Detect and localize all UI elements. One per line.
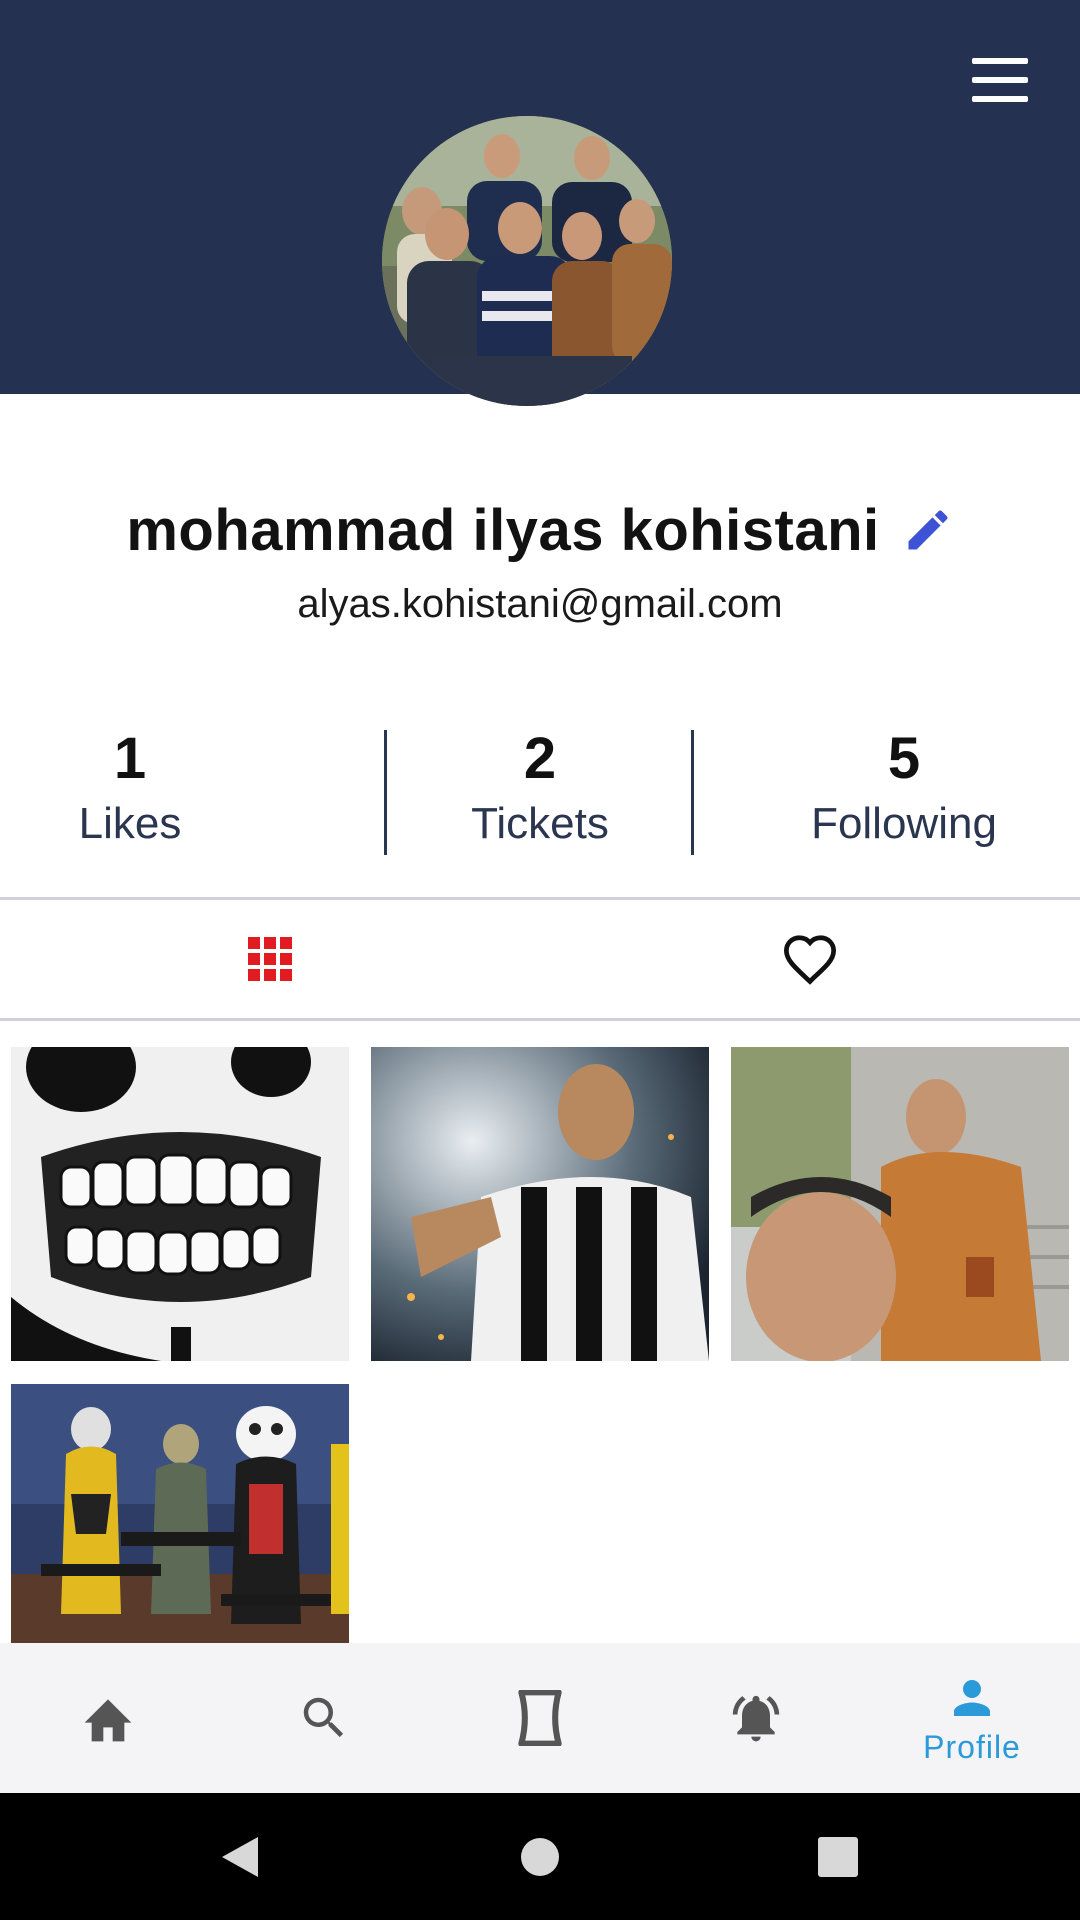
stat-divider	[384, 730, 387, 855]
home-icon	[84, 1699, 132, 1742]
recents-square-shape	[818, 1836, 858, 1877]
bell-icon	[732, 1695, 780, 1742]
stat-following-value: 5	[887, 726, 921, 791]
stats-row: 1 Likes 2 Tickets 5 Following	[0, 725, 1080, 855]
avatar[interactable]	[382, 116, 672, 406]
bottom-nav: Profile	[0, 1643, 1080, 1793]
ticket-icon	[518, 1690, 562, 1746]
profile-tabs	[0, 897, 1080, 1021]
avatar-group-photo	[382, 116, 672, 406]
grid-icon	[248, 937, 292, 981]
nav-profile-label: Profile	[923, 1728, 1021, 1765]
post-image-skull	[11, 1047, 349, 1361]
back-icon[interactable]	[180, 1793, 300, 1920]
system-nav-bar	[0, 1793, 1080, 1920]
stat-tickets[interactable]: 2 Tickets	[430, 725, 650, 855]
stat-following[interactable]: 5 Following	[770, 725, 1038, 855]
post-image-game	[11, 1384, 349, 1646]
post-image-selfie	[731, 1047, 1069, 1361]
stat-tickets-label: Tickets	[471, 799, 609, 848]
stat-following-label: Following	[811, 799, 997, 848]
tab-liked[interactable]	[540, 900, 1080, 1018]
recents-icon[interactable]	[778, 1793, 898, 1920]
stat-divider	[691, 730, 694, 855]
profile-name-row: mohammad ilyas kohistani	[0, 490, 1080, 570]
profile-email: alyas.kohistani@gmail.com	[297, 582, 783, 626]
post-thumbnail[interactable]	[11, 1047, 349, 1361]
person-icon	[954, 1679, 990, 1716]
home-circle-shape	[521, 1837, 559, 1876]
nav-tickets[interactable]	[432, 1643, 648, 1793]
nav-profile[interactable]: Profile	[864, 1643, 1080, 1793]
heart-outline-icon	[783, 935, 837, 985]
pencil-icon[interactable]	[902, 504, 954, 556]
nav-search[interactable]	[216, 1643, 432, 1793]
home-circle-icon[interactable]	[480, 1793, 600, 1920]
post-thumbnail[interactable]	[731, 1047, 1069, 1361]
profile-name: mohammad ilyas kohistani	[126, 497, 880, 563]
post-image-footballer	[371, 1047, 709, 1361]
stat-likes-value: 1	[113, 726, 147, 791]
hamburger-menu-icon[interactable]	[960, 50, 1040, 110]
nav-notifications[interactable]	[648, 1643, 864, 1793]
back-triangle-shape	[222, 1836, 258, 1877]
stat-tickets-value: 2	[523, 726, 557, 791]
post-thumbnail[interactable]	[11, 1384, 349, 1646]
nav-home[interactable]	[0, 1643, 216, 1793]
stat-likes[interactable]: 1 Likes	[30, 725, 230, 855]
stat-likes-label: Likes	[78, 799, 182, 848]
post-thumbnail[interactable]	[371, 1047, 709, 1361]
search-icon	[303, 1697, 344, 1738]
tab-posts-grid[interactable]	[0, 900, 540, 1018]
